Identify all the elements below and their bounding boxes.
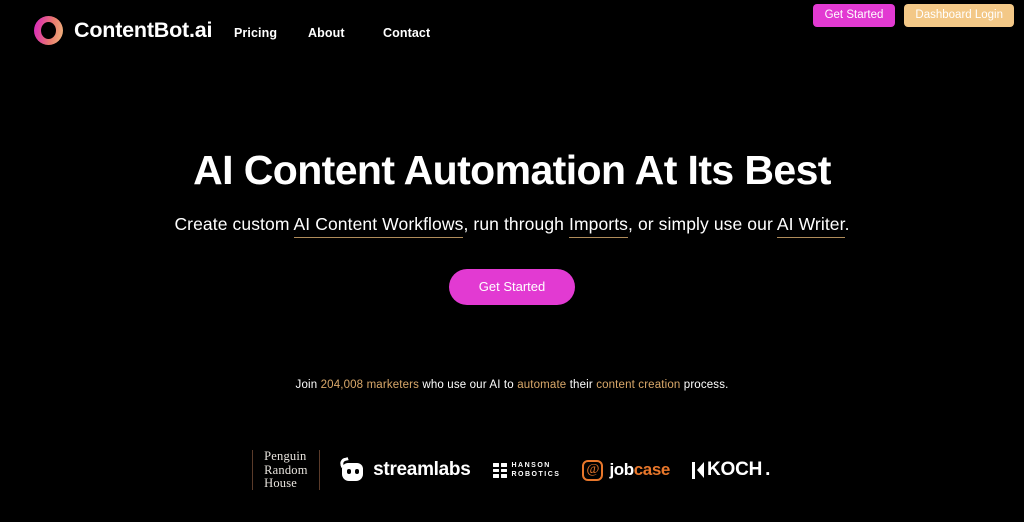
streamlabs-wordmark: streamlabs: [373, 459, 471, 481]
logo-streamlabs: streamlabs: [329, 456, 481, 483]
divider-right: [318, 450, 321, 491]
link-ai-writer[interactable]: AI Writer: [776, 214, 845, 238]
at-glyph: @: [586, 462, 600, 478]
logo-jobcase: @ jobcase: [571, 459, 681, 481]
koch-icon: [691, 461, 704, 479]
hanson-line-1: HANSON: [511, 462, 551, 470]
logo-koch: KOCH .: [681, 459, 781, 481]
social-proof-prefix: Join: [295, 379, 318, 391]
subtitle-part-2: , run through: [463, 214, 565, 234]
social-proof-middle: who use our AI to: [422, 379, 514, 391]
koch-triangle: [696, 462, 704, 479]
prh-line-2: Random: [264, 462, 308, 477]
jobcase-case: case: [633, 460, 671, 480]
hanson-robotics-icon: [492, 463, 507, 478]
jobcase-job: job: [609, 460, 634, 480]
hero-subtitle: Create custom AI Content Workflows, run …: [0, 211, 1024, 238]
cta-container: Get Started: [0, 269, 1024, 305]
subtitle-part-1: Create custom: [174, 214, 290, 234]
social-proof-automate: automate: [517, 379, 567, 391]
jobcase-at-icon: @: [582, 459, 604, 481]
social-proof-suffix: process.: [683, 379, 729, 391]
logo-hanson-robotics: HANSON ROBOTICS: [482, 461, 572, 479]
social-proof-content-creation: content creation: [596, 379, 681, 391]
koch-dot: .: [765, 459, 771, 481]
hero-section: AI Content Automation At Its Best Create…: [0, 0, 1024, 522]
social-proof-count: 204,008 marketers: [320, 379, 420, 391]
social-proof-middle-2: their: [569, 379, 593, 391]
customer-logo-strip: Penguin Random House streamlabs HANSON R…: [0, 449, 1024, 491]
koch-wordmark: KOCH: [706, 459, 763, 481]
landing-page: ContentBot.ai Pricing About Contact Get …: [0, 0, 1024, 522]
subtitle-part-3: , or simply use our: [628, 214, 773, 234]
hanson-robotics-wordmark: HANSON ROBOTICS: [512, 461, 561, 479]
logo-penguin-random-house: Penguin Random House: [243, 449, 330, 491]
link-ai-content-workflows[interactable]: AI Content Workflows: [293, 214, 464, 238]
page-title: AI Content Automation At Its Best: [193, 147, 831, 193]
link-imports[interactable]: Imports: [568, 214, 629, 238]
hero-get-started-button[interactable]: Get Started: [448, 269, 576, 305]
streamlabs-icon: [339, 456, 365, 483]
social-proof-text: Join 204,008 marketers who use our AI to…: [0, 379, 1024, 391]
prh-line-3: House: [264, 476, 298, 490]
divider-left: [251, 450, 254, 491]
koch-bar: [691, 461, 696, 479]
prh-line-1: Penguin: [264, 449, 307, 463]
subtitle-part-4: .: [844, 214, 850, 234]
jobcase-wordmark: jobcase: [609, 460, 670, 480]
streamlabs-face: [342, 462, 364, 481]
penguin-random-house-wordmark: Penguin Random House: [264, 449, 308, 491]
hanson-line-2: ROBOTICS: [511, 471, 561, 479]
